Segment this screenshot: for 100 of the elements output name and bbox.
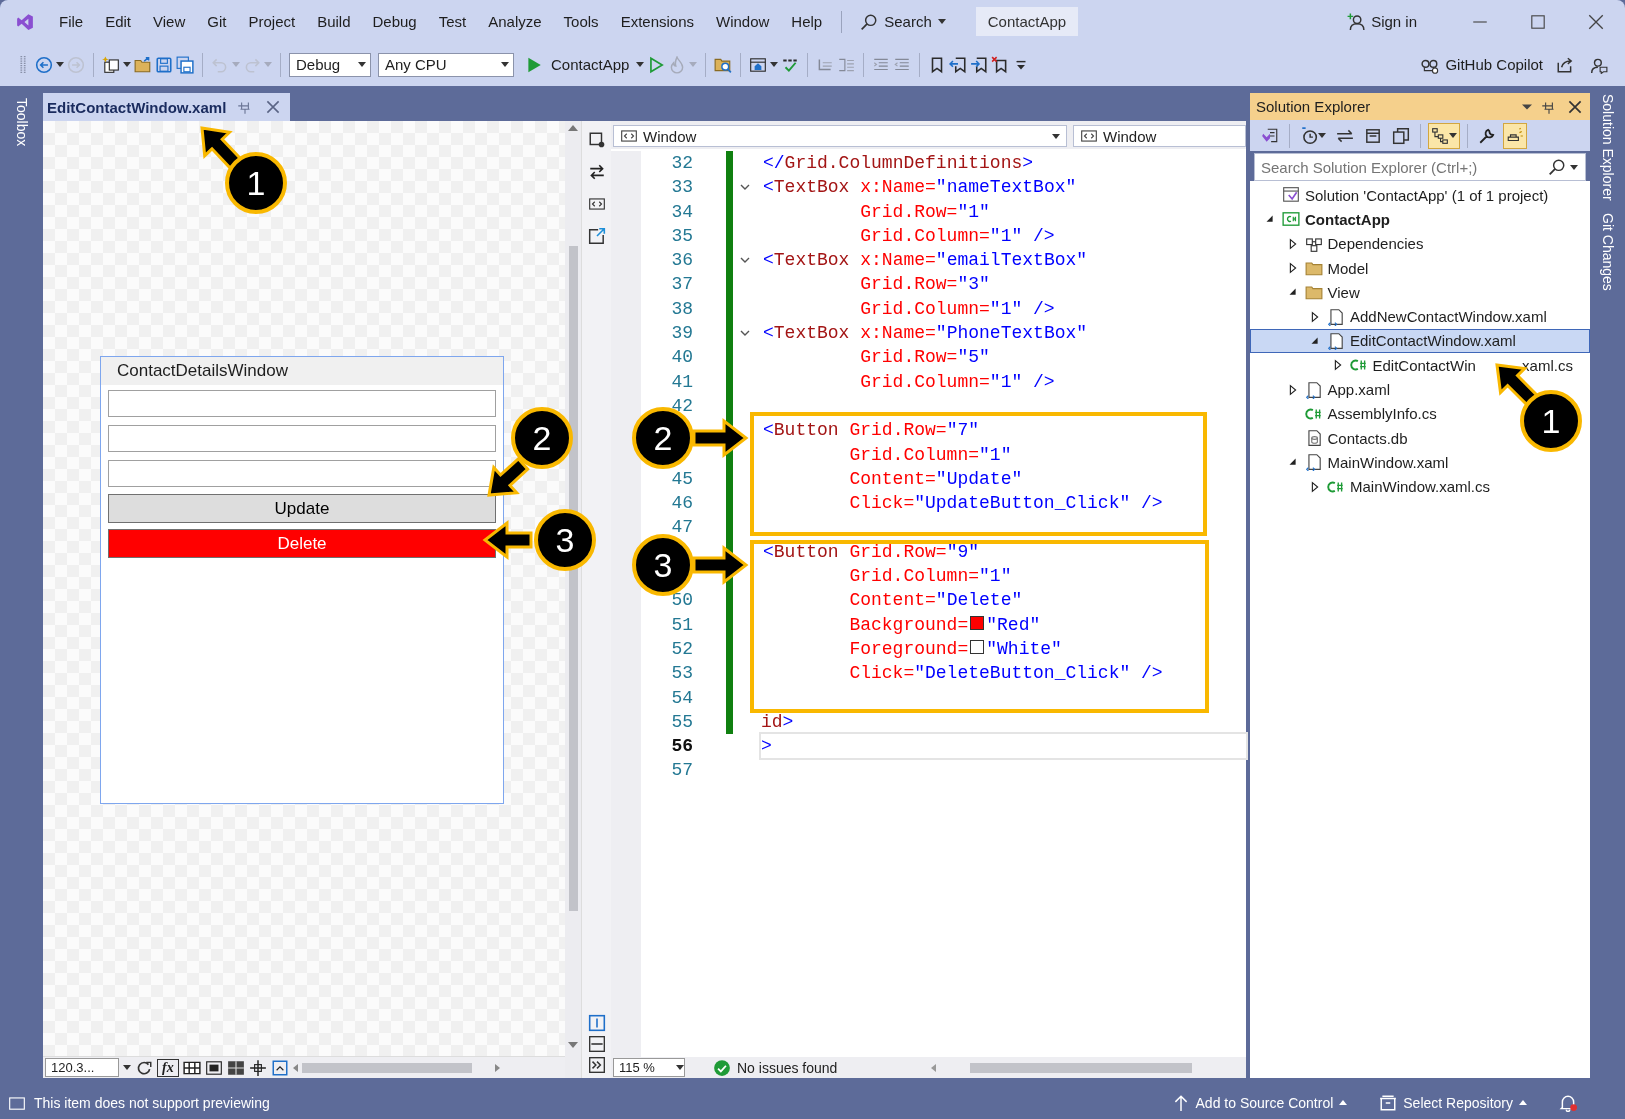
close-icon[interactable] <box>1587 12 1605 31</box>
text-field[interactable] <box>108 425 496 452</box>
scroll-right-icon[interactable] <box>494 1063 500 1072</box>
device-icon[interactable] <box>270 1058 289 1077</box>
scrollbar[interactable] <box>301 1062 472 1073</box>
code-line: Grid.Column="1" /> <box>860 224 1055 248</box>
snap-lines-icon[interactable] <box>248 1058 267 1077</box>
search-button[interactable]: Search <box>850 12 956 31</box>
tree-item[interactable]: EditContactWindow.xaml <box>1250 328 1590 354</box>
menu-item[interactable]: View <box>142 13 197 30</box>
swap-icon[interactable] <box>587 163 606 181</box>
copilot-button[interactable]: GitHub Copilot <box>1421 55 1543 74</box>
line-number: 34 <box>671 201 693 222</box>
start-button[interactable]: ContactApp <box>521 55 634 74</box>
menu-item[interactable]: Build <box>306 13 362 30</box>
scroll-down-icon[interactable] <box>568 1042 578 1048</box>
caret-icon[interactable] <box>123 62 131 67</box>
next-bookmark-icon[interactable] <box>970 55 989 74</box>
menu-item[interactable]: Help <box>780 13 834 30</box>
xaml-view-icon[interactable] <box>587 195 606 213</box>
item-label: Solution 'ContactApp' (1 of 1 project) <box>1305 186 1549 204</box>
line-number: 36 <box>671 250 693 271</box>
scope-dropdown[interactable]: Window <box>1073 125 1246 147</box>
source-control-button[interactable]: Add to Source Control <box>1171 1093 1348 1112</box>
tree-item[interactable]: MainWindow.xaml.cs <box>1250 474 1492 499</box>
tree-item[interactable]: AddNewContactWindow.xaml <box>1250 304 1548 329</box>
side-tab[interactable]: Toolbox <box>13 94 30 151</box>
tree-item[interactable]: Contacts.db <box>1250 425 1409 451</box>
document-tab[interactable]: EditContactWindow.xaml <box>43 93 291 121</box>
menu-item[interactable]: Extensions <box>609 13 705 30</box>
element-icon[interactable] <box>587 131 606 149</box>
scope-dropdown[interactable]: Window <box>613 125 1067 147</box>
menu-item[interactable]: Window <box>705 13 781 30</box>
zoom-dropdown[interactable]: 120.3... <box>45 1058 119 1077</box>
save-all-icon[interactable] <box>176 55 194 74</box>
side-tab[interactable]: Git Changes <box>1599 208 1616 295</box>
menu-item[interactable]: Tools <box>552 13 610 30</box>
code-line: Grid.Row="1" <box>860 200 990 224</box>
tree-item[interactable]: Solution 'ContactApp' (1 of 1 project) <box>1250 183 1550 208</box>
configuration-dropdown[interactable]: Debug <box>289 52 371 77</box>
collapse-pane-icon[interactable] <box>587 1056 606 1074</box>
search-box[interactable]: Search Solution Explorer (Ctrl+;) <box>1254 153 1586 181</box>
artboard-icon[interactable] <box>226 1058 245 1077</box>
menu-item[interactable]: Analyze <box>477 13 553 30</box>
sign-in-button[interactable]: Sign in <box>1347 12 1417 31</box>
tree-item[interactable]: Dependencies <box>1250 231 1425 256</box>
snap-grid-icon[interactable] <box>204 1058 223 1077</box>
text-field[interactable] <box>108 390 496 417</box>
repository-button[interactable]: Select Repository <box>1379 1093 1527 1112</box>
vertical-split-icon[interactable] <box>587 1014 606 1032</box>
scroll-up-icon[interactable] <box>568 125 578 131</box>
pop-out-icon[interactable] <box>587 227 606 245</box>
horizontal-split-icon[interactable] <box>587 1035 606 1053</box>
caret-icon[interactable] <box>770 62 779 67</box>
menu-item[interactable]: Test <box>427 13 478 30</box>
menu-item[interactable]: File <box>48 13 95 30</box>
tree-item[interactable]: App.xaml <box>1250 377 1392 402</box>
item-label: Dependencies <box>1327 235 1424 253</box>
element-icon <box>620 127 638 145</box>
caret-icon[interactable] <box>636 62 645 67</box>
previous-bookmark-icon[interactable] <box>949 55 968 74</box>
menu-item[interactable]: Git <box>196 13 238 30</box>
scroll-left-icon[interactable] <box>292 1063 298 1072</box>
maximize-icon[interactable] <box>1529 12 1547 31</box>
search-icon[interactable] <box>1548 158 1566 176</box>
new-item-icon[interactable] <box>102 55 120 74</box>
caret-icon[interactable] <box>1570 164 1578 170</box>
caret-icon[interactable] <box>123 1065 131 1070</box>
scrollbar[interactable] <box>970 1062 1192 1073</box>
bell-icon[interactable] <box>1559 1093 1577 1112</box>
share-icon[interactable] <box>1556 55 1574 74</box>
issues-indicator[interactable]: No issues found <box>713 1058 923 1077</box>
preview-button[interactable]: Delete <box>108 529 496 558</box>
caret-icon[interactable] <box>56 62 64 67</box>
callout-arrow <box>487 456 530 497</box>
tree-item[interactable]: Model <box>1250 255 1370 281</box>
tree-item[interactable]: MainWindow.xaml <box>1250 450 1450 475</box>
tree-item[interactable]: EditContactWin .xaml.cs <box>1250 353 1574 378</box>
formula-button[interactable]: fx <box>157 1058 179 1077</box>
window-icon[interactable] <box>749 55 768 74</box>
tree-item[interactable]: View <box>1250 280 1361 305</box>
save-icon[interactable] <box>155 55 173 74</box>
zoom-dropdown[interactable]: 115 % <box>613 1058 685 1077</box>
caret-icon <box>676 1065 684 1070</box>
text-field[interactable] <box>108 460 496 487</box>
configuration-dropdown[interactable]: Any CPU <box>378 52 514 77</box>
side-tab[interactable]: Solution Explorer <box>1599 90 1616 205</box>
toolbar-button[interactable] <box>1428 122 1460 149</box>
tree-item[interactable]: AssemblyInfo.cs <box>1250 401 1438 426</box>
code-line: </Grid.ColumnDefinitions> <box>763 152 1034 175</box>
element-icon <box>1080 127 1098 145</box>
menu-item[interactable]: Project <box>237 13 307 30</box>
menu-item[interactable]: Edit <box>94 13 143 30</box>
preview-button[interactable]: Update <box>108 494 496 523</box>
menu-item[interactable]: Debug <box>361 13 428 30</box>
caret-icon[interactable] <box>1522 103 1532 110</box>
line-number: 33 <box>671 177 693 198</box>
tree-item[interactable]: ContactApp <box>1250 207 1391 232</box>
line-number: 52 <box>671 638 693 659</box>
play-icon <box>525 55 543 74</box>
